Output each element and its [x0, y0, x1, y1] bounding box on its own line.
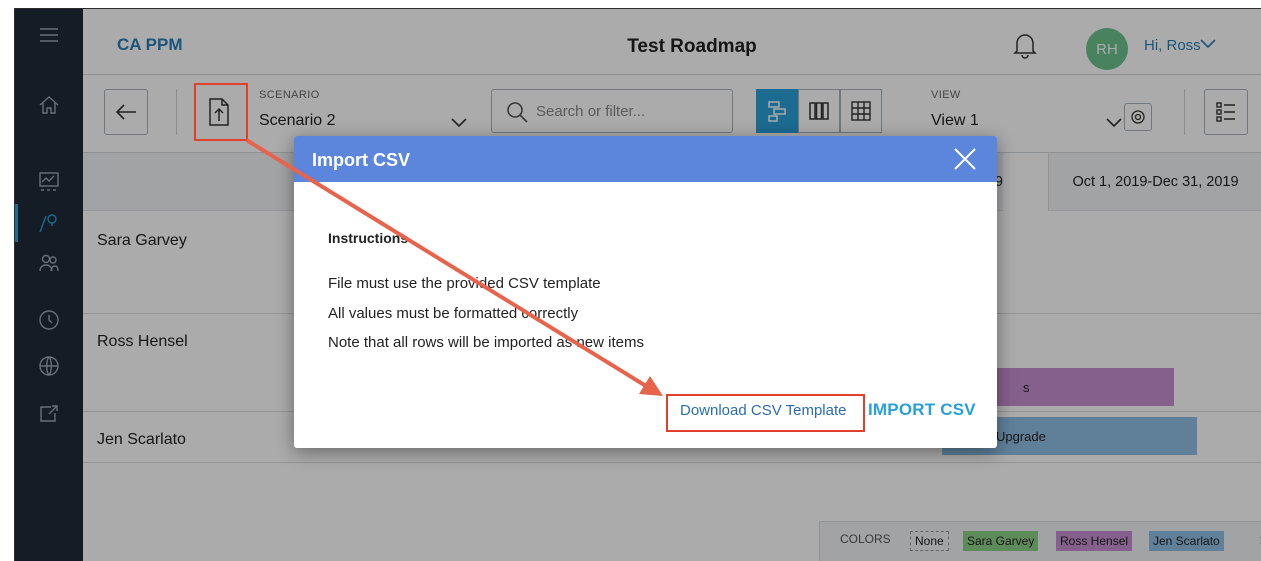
modal-header: Import CSV — [294, 136, 997, 182]
import-csv-submit-button[interactable]: IMPORT CSV — [868, 400, 976, 420]
instructions-heading: Instructions — [328, 230, 409, 246]
annotation-box-download — [666, 394, 865, 432]
close-icon[interactable] — [951, 145, 979, 173]
annotation-box-upload — [194, 83, 248, 141]
instruction-line: File must use the provided CSV template — [328, 275, 601, 292]
instruction-line: Note that all rows will be imported as n… — [328, 334, 644, 351]
instruction-line: All values must be formatted correctly — [328, 305, 579, 322]
modal-title: Import CSV — [312, 150, 411, 170]
import-csv-modal: Import CSV Instructions File must use th… — [294, 136, 997, 448]
